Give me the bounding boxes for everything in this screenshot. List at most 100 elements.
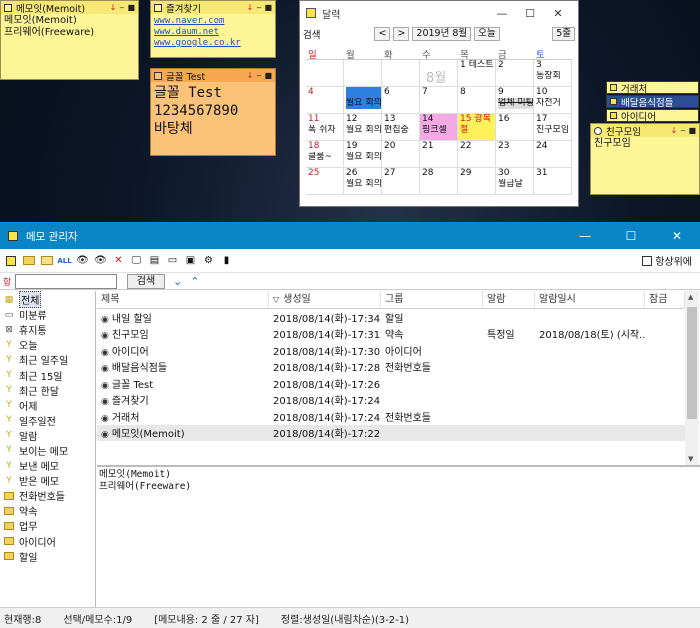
close-icon[interactable]: ✕ bbox=[654, 229, 700, 243]
calendar-day-cell[interactable]: 24 bbox=[534, 141, 572, 168]
show-eye-icon[interactable]: 👁 bbox=[76, 254, 89, 267]
sticky-note-favorites[interactable]: 즐겨찾기 ↓ ‒ ■ www.naver.com www.daum.net ww… bbox=[150, 0, 276, 58]
pin-icon[interactable]: ↓ bbox=[671, 126, 678, 135]
calendar-event[interactable]: 클룸~ bbox=[308, 152, 343, 163]
calendar-day-cell[interactable]: 25 bbox=[306, 168, 344, 195]
search-option-icon[interactable]: 항 bbox=[0, 275, 14, 288]
minimize-icon[interactable]: ‒ bbox=[680, 126, 685, 135]
list-scrollbar[interactable]: ▲ ▼ bbox=[685, 291, 699, 465]
calendar-event[interactable]: 월요 회의 bbox=[346, 179, 381, 190]
pin-icon[interactable]: ↓ bbox=[247, 3, 254, 12]
note-titlebar[interactable]: 글꼴 Test ↓ ‒ ■ bbox=[151, 69, 275, 82]
today-button[interactable]: 오늘 bbox=[474, 27, 500, 41]
memo-manager-window[interactable]: 메모 관리자 — ☐ ✕ ALL 👁 👁 ✕ 🖵 ▤ ▭ ▣ ⚙ ▮ 항상위에 … bbox=[0, 222, 700, 628]
visible-eye-icon[interactable]: ◉ bbox=[101, 397, 109, 407]
column-title[interactable]: 제목 bbox=[97, 290, 269, 309]
column-created[interactable]: ▽ 생성일 bbox=[269, 290, 381, 309]
calendar-day-cell[interactable]: 29 bbox=[458, 168, 496, 195]
minimize-icon[interactable]: — bbox=[562, 229, 608, 243]
chevron-down-icon[interactable]: ⌄ bbox=[173, 275, 182, 288]
memo-preview[interactable]: 메모잇(Memoit) 프리웨어(Freeware) bbox=[97, 465, 700, 607]
minimize-icon[interactable]: ‒ bbox=[119, 3, 124, 12]
table-row[interactable]: ◉ 거래처 2018/08/14(화)-17:24... 전화번호들 bbox=[97, 408, 685, 425]
calendar-day-cell[interactable]: 18 클룸~ bbox=[306, 141, 344, 168]
calendar-day-cell[interactable]: 7 bbox=[420, 87, 458, 114]
calendar-day-cell[interactable]: 11 폭 쉬자 bbox=[306, 114, 344, 141]
visible-eye-icon[interactable]: ◉ bbox=[101, 348, 109, 358]
column-group[interactable]: 그룹 bbox=[381, 290, 483, 309]
scroll-down-icon[interactable]: ▼ bbox=[688, 455, 693, 463]
calendar-event[interactable]: 월급날 bbox=[498, 179, 533, 190]
visible-eye-icon[interactable]: ◉ bbox=[101, 414, 109, 424]
tree-item[interactable]: ▦ 전체 bbox=[0, 291, 95, 309]
tree-item[interactable]: 아이디어 bbox=[0, 534, 95, 549]
sticky-note-ideas[interactable]: 아이디어 bbox=[606, 109, 699, 123]
calendar-day-cell[interactable]: 4 bbox=[306, 87, 344, 114]
tree-item[interactable]: Y 보낸 메모 bbox=[0, 458, 95, 474]
table-row[interactable]: ◉ 아이디어 2018/08/14(화)-17:30... 아이디어 bbox=[97, 342, 685, 359]
hide-eye-icon[interactable]: 👁 bbox=[94, 254, 107, 267]
note-body[interactable]: 친구모임 bbox=[591, 137, 699, 151]
table-row[interactable]: ◉ 친구모임 2018/08/14(화)-17:31... 약속 특정일 2018/08/… bbox=[97, 326, 685, 343]
calendar-day-cell[interactable]: 1 테스트 bbox=[458, 60, 496, 87]
calendar-day-cell[interactable]: 9 업체 미팅 bbox=[496, 87, 534, 114]
trash-icon[interactable]: ■ bbox=[127, 3, 135, 12]
visible-eye-icon[interactable]: ◉ bbox=[101, 381, 109, 391]
minimize-icon[interactable]: — bbox=[488, 7, 516, 20]
calendar-event[interactable]: 월요 회의 bbox=[346, 152, 381, 163]
tree-item[interactable]: 할일 bbox=[0, 549, 95, 564]
trash-icon[interactable]: ■ bbox=[688, 126, 696, 135]
sticky-note-font-test[interactable]: 글꼴 Test ↓ ‒ ■ 글꼴 Test 1234567890 바탕체 bbox=[150, 68, 276, 156]
calendar-search-label[interactable]: 검색 bbox=[303, 27, 320, 41]
calendar-window[interactable]: 달력 — ☐ ✕ 검색 < > 2019년 8월 오늘 5줄 일 월 화 수 목… bbox=[299, 0, 579, 207]
tree-item[interactable]: 업무 bbox=[0, 518, 95, 533]
note-body[interactable]: 글꼴 Test 1234567890 바탕체 bbox=[151, 82, 275, 140]
print-icon[interactable]: ▭ bbox=[166, 254, 179, 267]
calendar-day-cell[interactable]: 27 bbox=[382, 168, 420, 195]
tree-item[interactable]: Y 최근 15일 bbox=[0, 367, 95, 383]
calendar-day-cell[interactable]: 14 핑크셀 bbox=[420, 114, 458, 141]
chevron-up-icon[interactable]: ⌃ bbox=[190, 275, 199, 288]
tree-item[interactable]: Y 최근 한달 bbox=[0, 383, 95, 398]
tree-item[interactable]: Y 어제 bbox=[0, 398, 95, 413]
minimize-icon[interactable]: ‒ bbox=[256, 71, 261, 80]
export-icon[interactable]: ▮ bbox=[220, 254, 233, 267]
table-row[interactable]: ◉ 즐겨찾기 2018/08/14(화)-17:24... bbox=[97, 392, 685, 409]
calendar-day-cell[interactable]: 30 월급날 bbox=[496, 168, 534, 195]
manager-titlebar[interactable]: 메모 관리자 — ☐ ✕ bbox=[0, 223, 700, 249]
calendar-day-cell[interactable]: 13 편집중 bbox=[382, 114, 420, 141]
tree-item[interactable]: ⊠ 휴지통 bbox=[0, 322, 95, 338]
calendar-day-cell[interactable] bbox=[306, 60, 344, 87]
tree-item[interactable]: ▭ 미분류 bbox=[0, 307, 95, 323]
tree-item[interactable]: 약속 bbox=[0, 503, 95, 518]
scroll-up-icon[interactable]: ▲ bbox=[688, 293, 693, 301]
calendar-event[interactable]: 테스트 bbox=[469, 60, 494, 70]
scrollbar-thumb[interactable] bbox=[687, 307, 697, 419]
monitor-icon[interactable]: 🖵 bbox=[130, 254, 143, 267]
note-body[interactable]: 메모잇(Memoit) 프리웨어(Freeware) bbox=[1, 14, 138, 40]
note-titlebar[interactable]: 즐겨찾기 ↓ ‒ ■ bbox=[151, 1, 275, 14]
pin-icon[interactable]: ↓ bbox=[247, 71, 254, 80]
favorite-link[interactable]: www.google.co.kr bbox=[154, 38, 272, 49]
calendar-event[interactable]: 월요 회의 bbox=[346, 98, 381, 109]
sticky-note-friends[interactable]: 친구모임 ↓ ‒ ■ 친구모임 bbox=[590, 123, 700, 195]
calendar-day-cell[interactable]: 22 bbox=[458, 141, 496, 168]
next-month-button[interactable]: > bbox=[393, 27, 410, 41]
note-titlebar[interactable]: 친구모임 ↓ ‒ ■ bbox=[591, 124, 699, 137]
calendar-event[interactable]: 폭 쉬자 bbox=[308, 125, 343, 136]
table-row[interactable]: ◉ 내일 할일 2018/08/14(화)-17:34... 할일 bbox=[97, 309, 685, 326]
sticky-note-memoit[interactable]: 메모잇(Memoit) ↓ ‒ ■ 메모잇(Memoit) 프리웨어(Freew… bbox=[0, 0, 139, 80]
always-on-top-toggle[interactable]: 항상위에 bbox=[642, 253, 692, 268]
calendar-day-cell[interactable]: 20 bbox=[382, 141, 420, 168]
tree-item[interactable]: Y 알람 bbox=[0, 428, 95, 443]
calendar-day-cell[interactable]: 6 bbox=[382, 87, 420, 114]
show-all-icon[interactable]: ALL bbox=[57, 254, 71, 267]
new-folder-icon[interactable] bbox=[22, 254, 35, 267]
column-alarm-time[interactable]: 알람일시 bbox=[535, 290, 645, 309]
calendar-event[interactable]: 편집중 bbox=[384, 125, 419, 136]
always-on-top-checkbox[interactable] bbox=[642, 255, 653, 266]
calendar-event[interactable]: 업체 미팅 bbox=[498, 98, 533, 109]
calendar-day-cell[interactable]: 16 bbox=[496, 114, 534, 141]
settings-icon[interactable]: ⚙ bbox=[202, 254, 215, 267]
tree-item[interactable]: 전화번호들 bbox=[0, 488, 95, 503]
